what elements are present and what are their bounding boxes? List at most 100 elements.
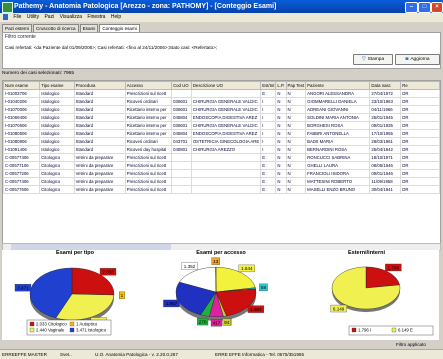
table-cell: 030601 [172,106,192,114]
column-header[interactable]: L.P. [276,82,286,90]
table-cell: 28/03/1961 [370,138,401,146]
menu-utility[interactable]: Utility [27,13,39,22]
table-cell: 27/04/1972 [370,90,401,98]
table-cell: 25/04/1942 [370,146,401,154]
filter-applied-label: Filtro applicato [396,342,426,347]
table-cell: SOLDINI MARIA ANTONIA [306,114,370,122]
table-cell: Citologico [40,162,74,170]
table-cell: N [286,98,306,106]
table-cell: Ricoveri ordinari [125,98,171,106]
tab-pazi-esterni[interactable]: Pazi esterni [2,24,32,32]
column-header[interactable]: Cod UO [172,82,192,90]
table-cell: N [276,114,286,122]
table-cell [191,162,260,170]
legend-swatch [352,328,356,332]
table-cell [172,170,192,178]
chart-esami-per-accesso: Esami per accesso 1.644581.6841944172701… [148,250,294,338]
table-cell: GIOMMARELLI DANIELA [306,98,370,106]
legend-label: 2.440 Vaginale [36,328,65,333]
table-cell: N [286,90,306,98]
table-cell: CHIRURGIA AREZZO [191,146,260,154]
table-cell: Istologico [40,138,74,146]
table-row[interactable]: C-00577106CitologicoVetrini da preparare… [4,162,440,170]
table-body: I-01003706IstologicoStandardPrescrizioni… [4,90,440,194]
table-cell: Prescrizioni sul ricett [125,170,171,178]
table-row[interactable]: I-01070606IstologicoStandardRicettario i… [4,122,440,130]
table-cell: Citologico [40,178,74,186]
table-row[interactable]: C-00577406CitologicoVetrini da preparare… [4,154,440,162]
table-cell: ENDOSCOPIA DIGESTIVA AREZ [191,130,260,138]
filter-panel: Filtro corrente Casi refertati: <da Pazi… [2,32,441,69]
table-cell: N [286,114,306,122]
table-cell: E [261,90,276,98]
maximize-button[interactable]: □ [418,2,431,13]
legend-label: 1.796 I [358,328,371,333]
tab-conteggio-esami[interactable]: Conteggio esami [99,24,139,32]
table-cell: 08/05/1946 [370,162,401,170]
stampa-button[interactable]: ▽Stampa [353,54,393,65]
legend-label: 6.149 E [398,328,413,333]
slice-label: 1.352 [184,264,196,269]
column-header[interactable]: Num esame [4,82,40,90]
table-row[interactable]: I-01080806IstologicoStandardRicoveri ord… [4,138,440,146]
column-header[interactable]: Est/Int [261,82,276,90]
slice-label: 270 [199,319,207,324]
selected-count: Numero dei casi selezionati: 7965 [2,71,74,76]
table-cell: N [276,170,286,178]
slice-label: 58 [261,285,267,290]
table-row[interactable]: I-01070006IstologicoStandardRicettario i… [4,106,440,114]
table-header: Num esameTipo esameProceduraAccessoCod U… [4,82,440,90]
table-cell: Standard [74,130,125,138]
aggiorna-button[interactable]: ◙Aggiorna [395,54,440,65]
table-cell: DR [401,138,440,146]
table-cell: Istologico [40,114,74,122]
table-cell: Istologico [40,122,74,130]
table-cell: Standard [74,98,125,106]
table-row[interactable]: I-01091406IstologicoStandardRicoveri day… [4,146,440,154]
column-header[interactable]: Pap Test [286,82,306,90]
table-cell: Ricoveri day hospital [125,146,171,154]
table-cell: N [286,138,306,146]
menu-visualizza[interactable]: Visualizza [60,13,82,22]
column-header[interactable]: Data nasc [370,82,401,90]
table-row[interactable]: I-01040206IstologicoStandardRicoveri ord… [4,98,440,106]
column-header[interactable]: Descrizione UO [191,82,260,90]
table-cell: Istologico [40,146,74,154]
menu-pazi[interactable]: Pazi [44,13,54,22]
table-cell: Prescrizioni sul ricett [125,90,171,98]
slice-label: 3.471 [17,285,29,290]
table-cell: DR [401,90,440,98]
column-header[interactable]: Re [401,82,440,90]
legend-label: 1 Autoptico [76,322,98,327]
chart-esami-per-tipo: Esami per tipo 2.03312.4403.4712.033 Cit… [2,250,148,338]
table-row[interactable]: C-00577606CitologicoVetrini da preparare… [4,186,440,194]
table-row[interactable]: I-01080506IstologicoStandardRicettario i… [4,130,440,138]
pie-accesso: 1.644581.6841944172701.8671.35213 [148,256,294,338]
table-cell: 09/01/1946 [370,170,401,178]
table-cell: BORGHESI ROSA [306,122,370,130]
table-row[interactable]: I-01003706IstologicoStandardPrescrizioni… [4,90,440,98]
table-cell: N [286,186,306,194]
menu-finestra[interactable]: Finestra [87,13,105,22]
minimize-button[interactable]: – [405,2,418,13]
tab-esami[interactable]: Esami [80,24,99,32]
table-cell: DR [401,162,440,170]
exam-grid[interactable]: Num esameTipo esameProceduraAccessoCod U… [2,80,441,244]
table-row[interactable]: I-01069406IstologicoStandardRicettario i… [4,114,440,122]
column-header[interactable]: Paziente [306,82,370,90]
table-cell: Standard [74,122,125,130]
column-header[interactable]: Accesso [125,82,171,90]
tab-cruscotto[interactable]: Cruscotto di ricerca [33,24,79,32]
menu-help[interactable]: Help [111,13,121,22]
table-cell: I [261,122,276,130]
column-header[interactable]: Procedura [74,82,125,90]
menu-file[interactable]: File [13,13,21,22]
app-icon [2,2,13,13]
table-cell [172,90,192,98]
table-cell: Istologico [40,106,74,114]
close-button[interactable]: × [431,2,443,13]
column-header[interactable]: Tipo esame [40,82,74,90]
table-row[interactable]: C-00577406CitologicoVetrini da preparare… [4,178,440,186]
table-row[interactable]: C-00577206CitologicoVetrini da preparare… [4,170,440,178]
table-cell: 043701 [172,138,192,146]
